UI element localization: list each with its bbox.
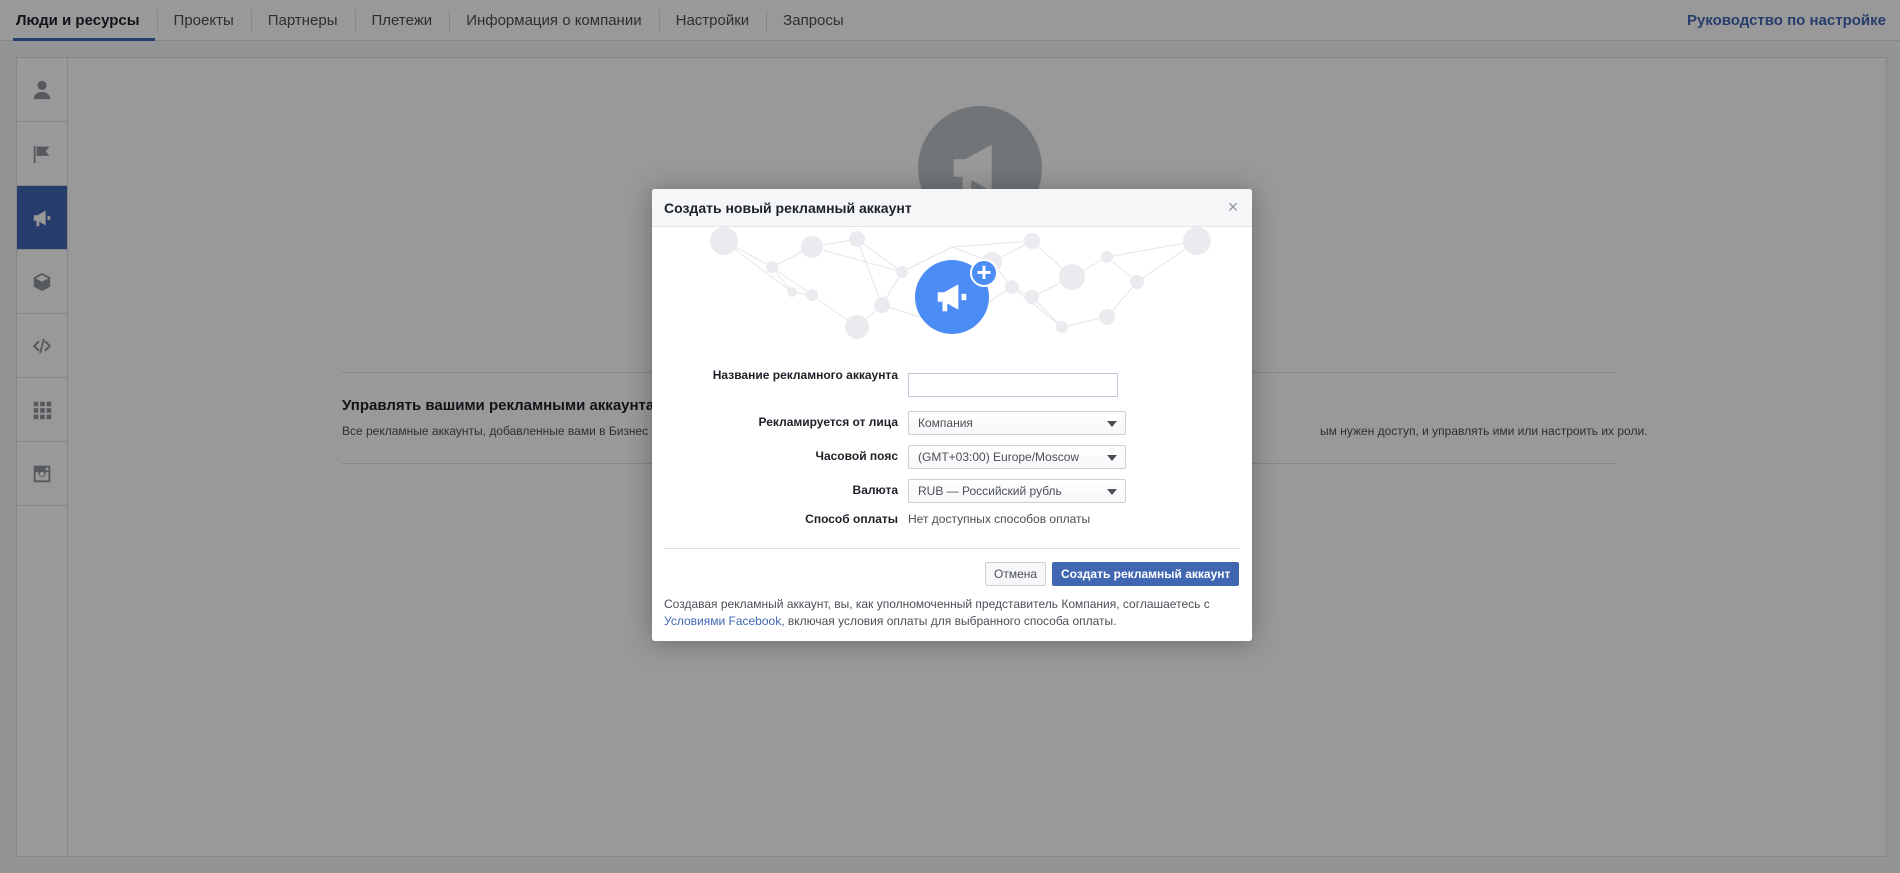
chevron-down-icon <box>1107 455 1117 461</box>
payment-method-value: Нет доступных способов оплаты <box>908 512 1091 526</box>
chevron-down-icon <box>1107 489 1117 495</box>
currency-value: RUB — Российский рубль <box>918 484 1062 498</box>
chevron-down-icon <box>1107 421 1117 427</box>
facebook-terms-link[interactable]: Условиями Facebook <box>664 614 781 628</box>
plus-icon: + <box>970 259 998 287</box>
account-name-label: Название рекламного аккаунта <box>712 368 898 382</box>
cancel-button[interactable]: Отмена <box>985 562 1047 586</box>
dialog-title: Создать новый рекламный аккаунт <box>664 200 912 216</box>
advertised-as-select[interactable]: Компания <box>908 411 1126 435</box>
terms-notice: Создавая рекламный аккаунт, вы, как упол… <box>664 596 1244 630</box>
timezone-label: Часовой пояс <box>815 449 898 463</box>
advertised-as-value: Компания <box>918 416 973 430</box>
create-ad-account-button[interactable]: Создать рекламный аккаунт <box>1052 562 1240 586</box>
create-ad-account-dialog: Создать новый рекламный аккаунт × + Назв… <box>652 189 1252 641</box>
timezone-select[interactable]: (GMT+03:00) Europe/Moscow <box>908 445 1126 469</box>
account-name-input[interactable] <box>908 373 1118 397</box>
advertised-as-label: Рекламируется от лица <box>758 415 898 429</box>
dialog-header: Создать новый рекламный аккаунт × <box>652 189 1252 227</box>
close-icon[interactable]: × <box>1224 198 1242 216</box>
currency-select[interactable]: RUB — Российский рубль <box>908 479 1126 503</box>
payment-method-label: Способ оплаты <box>805 512 898 526</box>
currency-label: Валюта <box>852 483 898 497</box>
dialog-divider <box>664 548 1240 549</box>
terms-text-before: Создавая рекламный аккаунт, вы, как упол… <box>664 597 1210 611</box>
terms-text-after: , включая условия оплаты для выбранного … <box>781 614 1117 628</box>
timezone-value: (GMT+03:00) Europe/Moscow <box>918 450 1080 464</box>
